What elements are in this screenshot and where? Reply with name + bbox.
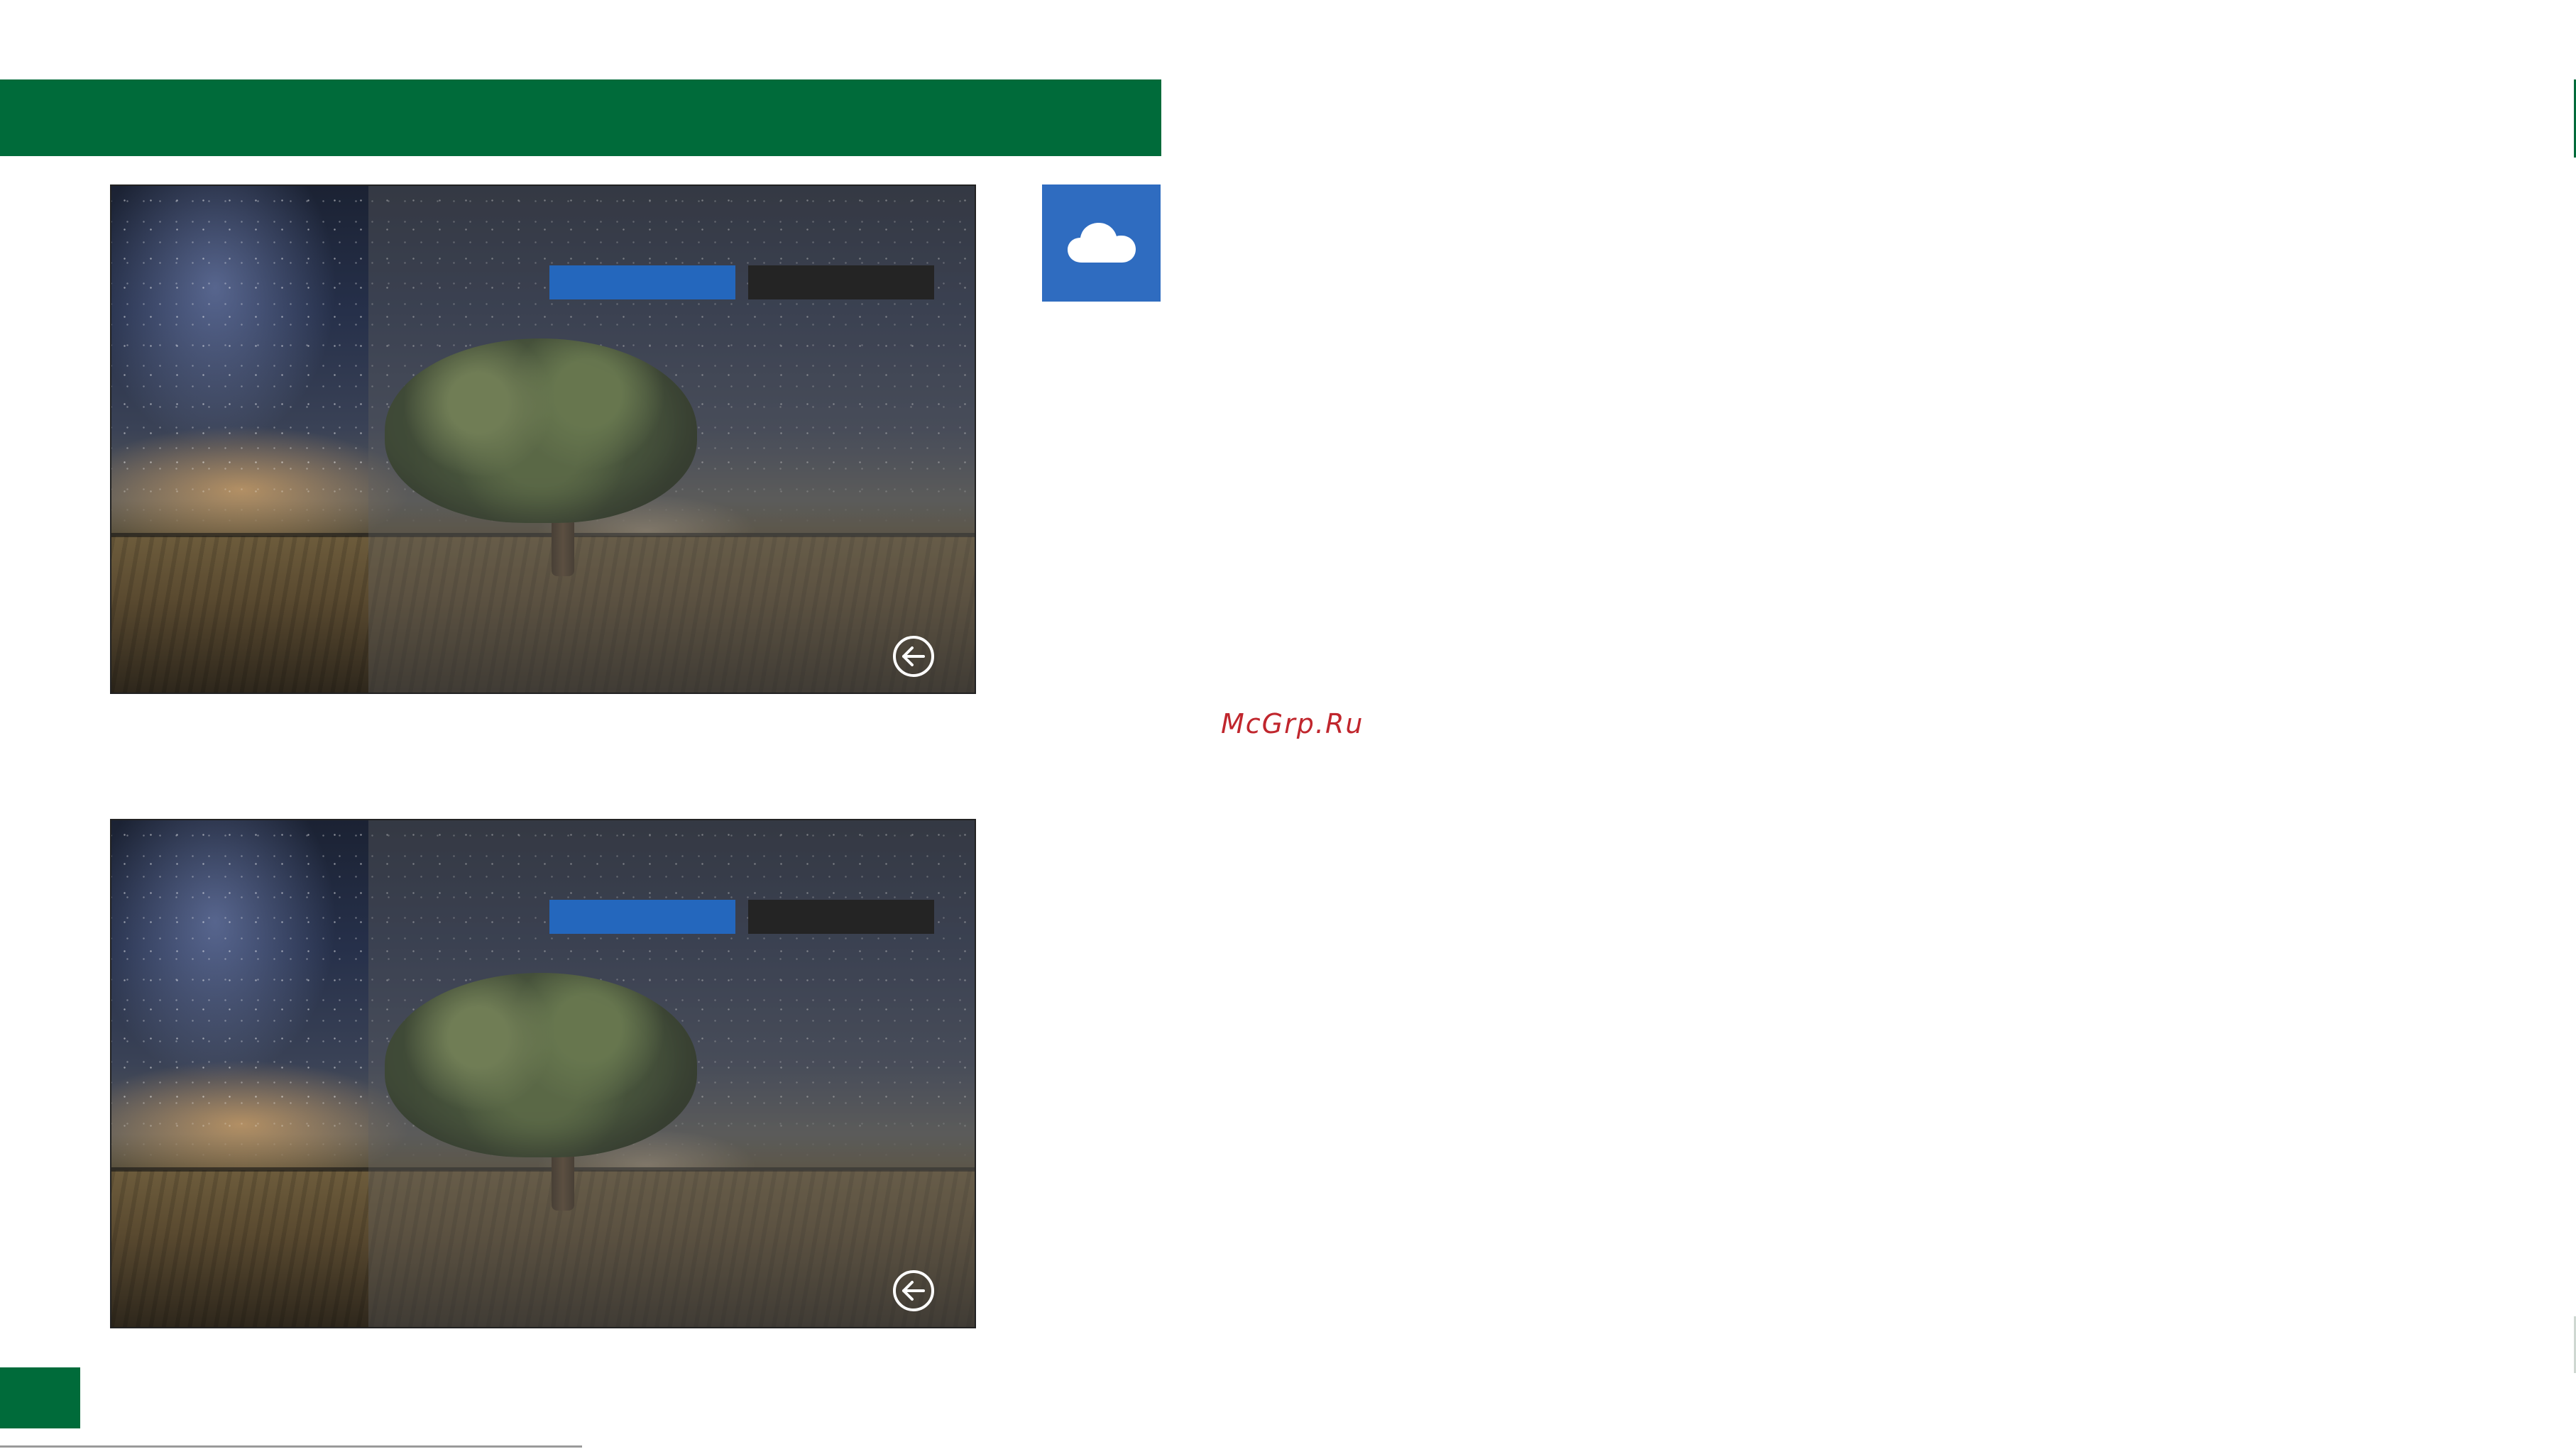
cloud-tile — [1042, 184, 1161, 302]
device-screen-1 — [110, 184, 976, 694]
page-number-tab — [0, 1367, 80, 1428]
option-button[interactable] — [748, 900, 934, 934]
device-screen-2 — [110, 819, 976, 1328]
settings-overlay — [368, 186, 975, 693]
settings-overlay — [368, 820, 975, 1327]
cloud-icon — [1067, 222, 1136, 263]
left-panel-strip — [111, 820, 368, 1327]
option-button-selected[interactable] — [549, 265, 735, 299]
manual-page: McGrp.Ru — [0, 0, 2576, 1449]
left-panel-strip — [111, 186, 368, 693]
back-arrow-icon — [893, 636, 934, 677]
watermark: McGrp.Ru — [1221, 708, 1364, 739]
option-button[interactable] — [748, 265, 934, 299]
back-arrow-icon — [893, 1270, 934, 1311]
option-button-selected[interactable] — [549, 900, 735, 934]
back-button[interactable] — [892, 1269, 936, 1313]
header-bar — [0, 79, 1161, 156]
footer-rule — [0, 1445, 582, 1448]
back-button[interactable] — [892, 634, 936, 678]
